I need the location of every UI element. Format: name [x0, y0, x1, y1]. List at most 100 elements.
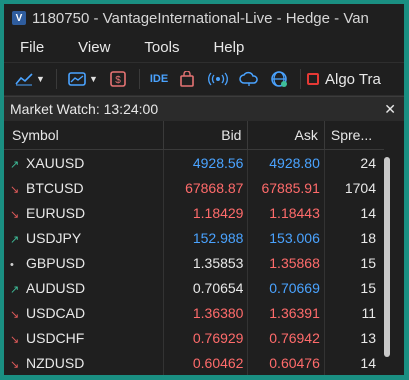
chart-type-button[interactable]: ▼ [10, 66, 50, 92]
menu-view[interactable]: View [62, 39, 128, 56]
spread-cell: 14 [360, 354, 376, 371]
line-chart-icon [15, 73, 33, 86]
direction-up-icon: ↗ [10, 158, 20, 171]
bid-cell: 152.988 [163, 225, 249, 250]
menu-file[interactable]: File [4, 39, 62, 56]
ask-cell: 153.006 [247, 225, 325, 250]
toolbar-divider [56, 69, 57, 89]
ide-button[interactable]: IDE [146, 66, 172, 92]
column-symbol[interactable]: Symbol [4, 121, 164, 150]
vertical-scrollbar[interactable] [384, 157, 390, 357]
table-header-row: Symbol Bid Ask Spre... [4, 121, 384, 150]
menu-tools[interactable]: Tools [128, 39, 197, 56]
ask-cell: 0.76942 [247, 325, 325, 350]
bid-cell: 1.18429 [163, 200, 249, 225]
table-row[interactable]: ↘ USDCAD 1.36380 1.36391 11 [4, 300, 384, 325]
symbol-name: BTCUSD [26, 179, 84, 196]
ask-cell: 1.36391 [247, 300, 325, 325]
toolbar-divider [300, 69, 301, 89]
symbol-cell: ↗ AUDUSD [4, 275, 164, 300]
market-watch-header: Market Watch: 13:24:00 ✕ [4, 96, 404, 121]
spread-cell: 11 [361, 304, 376, 321]
spread-cell: 14 [360, 204, 376, 221]
menu-bar: File View Tools Help [4, 32, 404, 62]
symbol-cell: ↘ EURUSD [4, 200, 164, 225]
globe-icon [271, 71, 287, 87]
table-row[interactable]: ↘ NZDUSD 0.60462 0.60476 14 [4, 350, 384, 375]
symbol-name: USDCHF [26, 329, 85, 346]
table-row[interactable]: ↗ USDJPY 152.988 153.006 18 [4, 225, 384, 250]
column-spread[interactable]: Spre... [324, 121, 384, 150]
direction-down-icon: ↘ [10, 333, 20, 346]
direction-down-icon: ↘ [10, 183, 20, 196]
svg-text:$: $ [115, 75, 121, 86]
table-row[interactable]: ↘ EURUSD 1.18429 1.18443 14 [4, 200, 384, 225]
spread-cell: 1704 [344, 179, 376, 196]
symbol-name: GBPUSD [26, 254, 86, 271]
direction-flat-icon: • [10, 258, 14, 271]
table-row[interactable]: ↘ USDCHF 0.76929 0.76942 13 [4, 325, 384, 350]
market-watch-table: Symbol Bid Ask Spre... ↗ XAUUSD 4928.56 492… [4, 121, 404, 375]
direction-down-icon: ↘ [10, 358, 20, 371]
market-watch-rows: ↗ XAUUSD 4928.56 4928.80 24 ↘ BTCUSD 67868.87 67… [4, 149, 384, 375]
bid-cell: 0.70654 [163, 275, 249, 300]
spread-cell: 13 [360, 329, 376, 346]
symbol-cell: ↘ NZDUSD [4, 350, 164, 375]
column-bid[interactable]: Bid [163, 121, 249, 150]
ask-cell: 67885.91 [247, 175, 325, 200]
direction-up-icon: ↗ [10, 283, 20, 296]
broadcast-icon [208, 72, 228, 86]
toolbar: ▼ ▼ $ IDE Algo Tra [4, 62, 404, 96]
spread-cell: 15 [360, 254, 376, 271]
symbol-cell: ↘ USDCAD [4, 300, 164, 325]
table-row[interactable]: • GBPUSD 1.35853 1.35868 15 [4, 250, 384, 275]
symbol-name: AUDUSD [26, 279, 86, 296]
stop-icon [307, 73, 319, 85]
symbol-cell: ↘ BTCUSD [4, 175, 164, 200]
symbol-name: NZDUSD [26, 354, 85, 371]
market-button[interactable] [172, 66, 202, 92]
table-row[interactable]: ↗ XAUUSD 4928.56 4928.80 24 [4, 149, 384, 175]
vps-button[interactable] [234, 66, 264, 92]
ask-cell: 0.60476 [247, 350, 325, 375]
close-icon[interactable]: ✕ [384, 101, 396, 118]
menu-help[interactable]: Help [197, 39, 262, 56]
symbol-cell: ↗ USDJPY [4, 225, 164, 250]
symbol-cell: ↗ XAUUSD [4, 149, 164, 175]
ask-cell: 4928.80 [247, 149, 325, 175]
ask-cell: 0.70669 [247, 275, 325, 300]
symbol-name: USDJPY [26, 229, 82, 246]
bid-cell: 0.76929 [163, 325, 249, 350]
symbol-cell: • GBPUSD [4, 250, 164, 275]
ask-cell: 1.35868 [247, 250, 325, 275]
spread-cell: 18 [360, 229, 376, 246]
direction-up-icon: ↗ [10, 233, 20, 246]
bid-cell: 67868.87 [163, 175, 249, 200]
signals-button[interactable] [202, 66, 234, 92]
chevron-down-icon: ▼ [36, 74, 45, 84]
dollar-icon: $ [110, 71, 126, 87]
title-bar: V 1180750 - VantageInternational-Live - … [4, 4, 404, 32]
algo-trading-label: Algo Tra [325, 70, 381, 88]
spread-cell: 24 [360, 154, 376, 171]
symbol-cell: ↘ USDCHF [4, 325, 164, 350]
chevron-down-icon: ▼ [89, 74, 98, 84]
app-window: V 1180750 - VantageInternational-Live - … [4, 4, 404, 375]
community-button[interactable] [264, 66, 294, 92]
market-watch-title: Market Watch: 13:24:00 [10, 101, 159, 117]
window-title: 1180750 - VantageInternational-Live - He… [32, 9, 369, 27]
toolbar-divider [139, 69, 140, 89]
table-row[interactable]: ↗ AUDUSD 0.70654 0.70669 15 [4, 275, 384, 300]
deposit-button[interactable]: $ [103, 66, 133, 92]
table-row[interactable]: ↘ BTCUSD 67868.87 67885.91 1704 [4, 175, 384, 200]
spread-cell: 15 [360, 279, 376, 296]
ask-cell: 1.18443 [247, 200, 325, 225]
symbol-name: XAUUSD [26, 154, 85, 171]
direction-down-icon: ↘ [10, 308, 20, 321]
bid-cell: 1.36380 [163, 300, 249, 325]
direction-down-icon: ↘ [10, 208, 20, 221]
bid-cell: 1.35853 [163, 250, 249, 275]
algo-trading-button[interactable]: Algo Tra [307, 71, 381, 88]
column-ask[interactable]: Ask [247, 121, 325, 150]
templates-button[interactable]: ▼ [63, 66, 103, 92]
